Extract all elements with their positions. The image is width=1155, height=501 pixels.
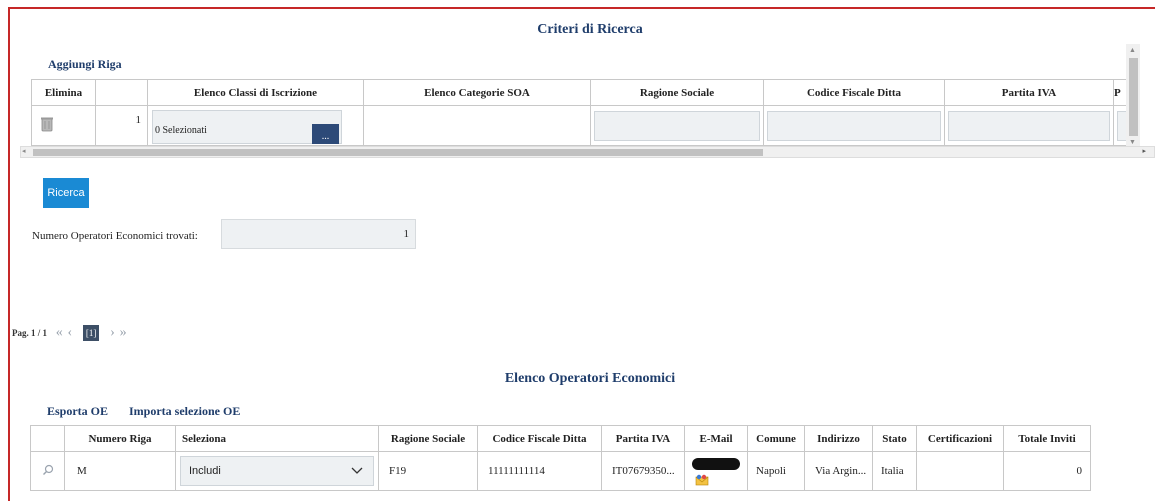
search-button[interactable]: Ricerca bbox=[43, 178, 89, 208]
criteria-row: 1 0 Selezionati ... bbox=[31, 105, 1129, 146]
certificazioni-cell bbox=[916, 451, 1004, 491]
col-comune: Comune bbox=[747, 425, 805, 452]
scroll-up-icon[interactable]: ▲ bbox=[1129, 46, 1136, 54]
mail-envelope-icon[interactable] bbox=[695, 474, 709, 486]
col-codice: Codice Fiscale Ditta bbox=[763, 79, 945, 106]
row-number: 1 bbox=[95, 105, 148, 146]
seleziona-select[interactable]: Includi bbox=[180, 456, 374, 486]
page-label: Pag. 1 / 1 bbox=[12, 328, 47, 338]
classi-cell: 0 Selezionati ... bbox=[147, 105, 364, 146]
scroll-right-icon[interactable]: ▸ bbox=[1142, 147, 1146, 155]
col-seleziona: Seleziona bbox=[175, 425, 379, 452]
criteria-vertical-scrollbar[interactable]: ▲ ▼ bbox=[1126, 44, 1140, 148]
partita-iva-cell: IT07679350... bbox=[601, 451, 685, 491]
scroll-down-icon[interactable]: ▼ bbox=[1129, 138, 1136, 146]
found-count-field: 1 bbox=[221, 219, 416, 249]
ragione-sociale-cell: F19 bbox=[378, 451, 478, 491]
seleziona-cell: Includi bbox=[175, 451, 379, 491]
col-classi: Elenco Classi di Iscrizione bbox=[147, 79, 364, 106]
col-numero bbox=[95, 79, 148, 106]
chevron-down-icon bbox=[351, 467, 363, 474]
col-elimina: Elimina bbox=[31, 79, 96, 106]
detail-cell bbox=[30, 451, 65, 491]
next-page-icon[interactable]: › bbox=[110, 325, 115, 341]
vscroll-thumb[interactable] bbox=[1129, 58, 1138, 136]
prev-page-icon[interactable]: ‹ bbox=[68, 325, 73, 341]
col-totale-inviti: Totale Inviti bbox=[1003, 425, 1091, 452]
col-partita-iva: Partita IVA bbox=[601, 425, 685, 452]
comune-cell: Napoli bbox=[747, 451, 805, 491]
results-header-row: Numero Riga Seleziona Ragione Sociale Co… bbox=[30, 425, 1091, 452]
col-numero-riga: Numero Riga bbox=[64, 425, 176, 452]
export-oe-link[interactable]: Esporta OE bbox=[47, 404, 108, 419]
col-email: E-Mail bbox=[684, 425, 748, 452]
soa-cell bbox=[363, 105, 591, 146]
col-ragione: Ragione Sociale bbox=[590, 79, 764, 106]
ragione-cell bbox=[590, 105, 764, 146]
seleziona-value: Includi bbox=[189, 465, 221, 477]
first-page-icon[interactable]: « bbox=[56, 325, 63, 341]
classi-value: 0 Selezionati bbox=[155, 125, 207, 136]
codice-cell bbox=[763, 105, 945, 146]
classi-picker-button[interactable]: ... bbox=[312, 124, 339, 144]
totale-inviti-cell: 0 bbox=[1003, 451, 1091, 491]
current-page[interactable]: [1] bbox=[82, 325, 100, 341]
col-soa: Elenco Categorie SOA bbox=[363, 79, 591, 106]
criteria-table: Elimina Elenco Classi di Iscrizione Elen… bbox=[31, 79, 1129, 146]
col-codice-fiscale: Codice Fiscale Ditta bbox=[477, 425, 602, 452]
ragione-input[interactable] bbox=[594, 110, 760, 141]
hscroll-thumb[interactable] bbox=[33, 149, 763, 156]
add-row-link[interactable]: Aggiungi Riga bbox=[48, 57, 122, 72]
numero-riga-cell: M bbox=[64, 451, 176, 491]
trash-icon[interactable] bbox=[40, 116, 54, 132]
delete-cell bbox=[31, 105, 96, 146]
scroll-left-icon[interactable]: ◂ bbox=[22, 147, 26, 155]
redacted-email bbox=[692, 458, 740, 470]
results-table: Numero Riga Seleziona Ragione Sociale Co… bbox=[30, 425, 1091, 491]
table-row: M Includi F19 11111111114 IT07679350... … bbox=[30, 451, 1091, 491]
col-certificazioni: Certificazioni bbox=[916, 425, 1004, 452]
col-indirizzo: Indirizzo bbox=[804, 425, 873, 452]
import-selection-link[interactable]: Importa selezione OE bbox=[129, 404, 240, 419]
col-stato: Stato bbox=[872, 425, 917, 452]
criteria-title: Criteri di Ricerca bbox=[537, 22, 643, 37]
criteria-header-row: Elimina Elenco Classi di Iscrizione Elen… bbox=[31, 79, 1129, 106]
email-cell bbox=[684, 451, 748, 491]
codice-input[interactable] bbox=[767, 110, 941, 141]
stato-cell: Italia bbox=[872, 451, 917, 491]
col-partita: Partita IVA bbox=[944, 79, 1114, 106]
criteria-horizontal-scrollbar[interactable]: ◂ ▸ bbox=[20, 146, 1155, 158]
codice-fiscale-cell: 11111111114 bbox=[477, 451, 602, 491]
col-action bbox=[30, 425, 65, 452]
results-title: Elenco Operatori Economici bbox=[504, 371, 676, 386]
indirizzo-cell: Via Argin... bbox=[804, 451, 873, 491]
found-label: Numero Operatori Economici trovati: bbox=[32, 230, 198, 242]
magnifier-icon[interactable] bbox=[42, 464, 54, 476]
col-ragione-sociale: Ragione Sociale bbox=[378, 425, 478, 452]
pager: Pag. 1 / 1 « ‹ [1] › » bbox=[12, 325, 127, 345]
partita-cell bbox=[944, 105, 1114, 146]
partita-input[interactable] bbox=[948, 110, 1110, 141]
last-page-icon[interactable]: » bbox=[120, 325, 127, 341]
